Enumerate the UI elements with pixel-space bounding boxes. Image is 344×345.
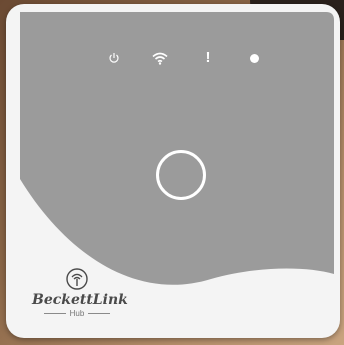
product-label-row: Hub [32,309,122,318]
brand-name: BeckettLink [32,292,128,308]
brand-logo: BeckettLink Hub [32,268,128,328]
product-name: Hub [69,309,85,318]
status-dot-icon [246,50,262,66]
power-icon [106,50,122,66]
center-button[interactable] [156,150,206,200]
antenna-logo-icon [66,268,88,290]
alert-icon: ! [205,49,211,66]
hub-device: ! BeckettLink Hub [6,4,340,338]
wifi-icon [152,50,168,66]
